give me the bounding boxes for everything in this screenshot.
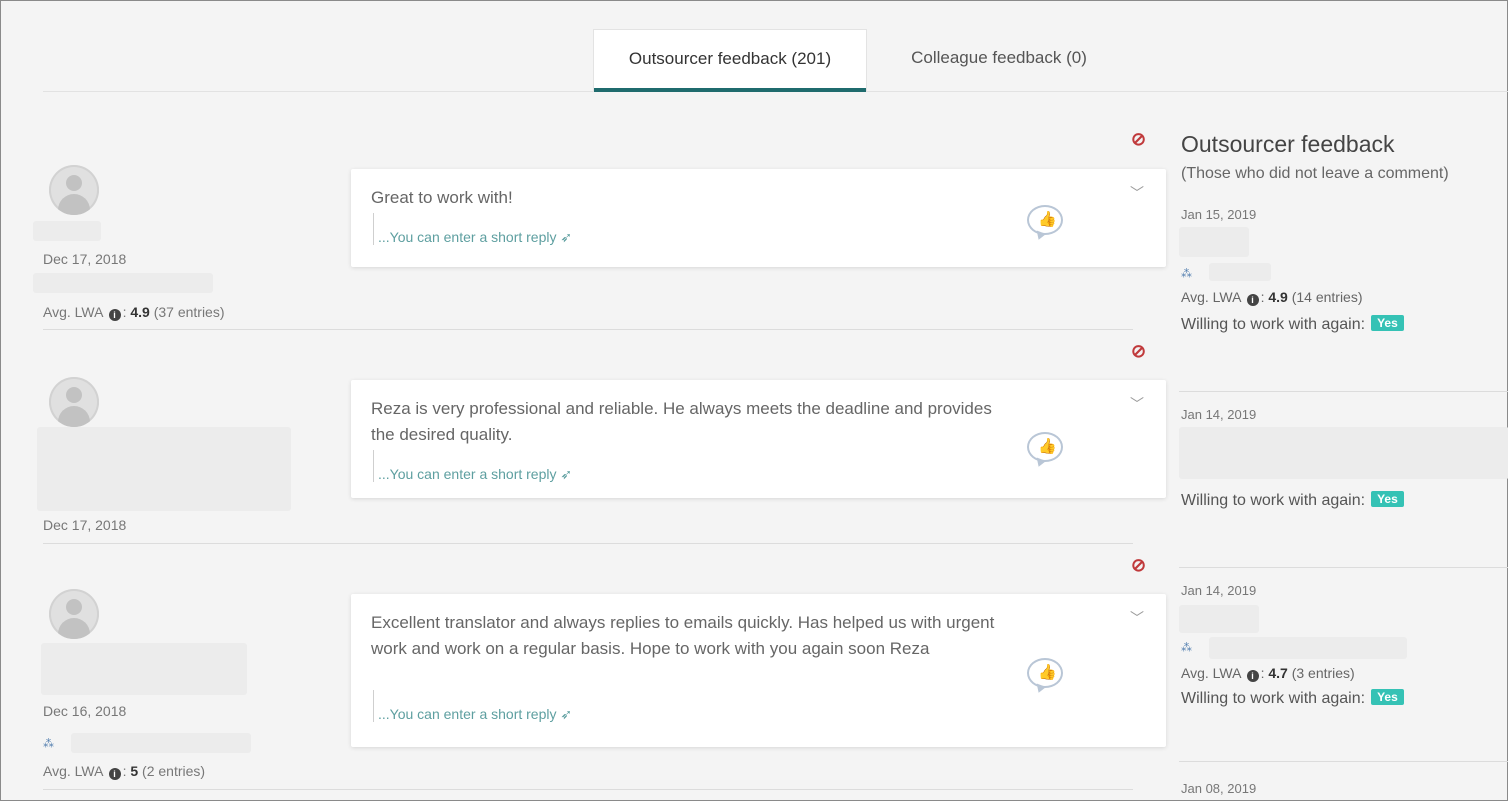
info-icon[interactable]: i xyxy=(108,768,121,780)
info-icon[interactable]: i xyxy=(108,309,121,321)
lwa-label: Avg. LWA xyxy=(43,304,103,320)
feedback-date: Dec 17, 2018 xyxy=(43,517,127,533)
reply-input[interactable]: ...You can enter a short reply ➶ xyxy=(373,450,572,482)
side-item-date: Jan 15, 2019 xyxy=(1181,207,1257,222)
feedback-comment: Great to work with! xyxy=(371,188,513,207)
thumbs-up-icon[interactable]: 👍 xyxy=(1027,658,1063,688)
redacted-name xyxy=(1179,227,1249,257)
eye-slash-icon[interactable]: ⊘ xyxy=(1131,555,1146,576)
willing-again: Willing to work with again: Yes xyxy=(1181,491,1404,510)
side-item-date: Jan 14, 2019 xyxy=(1181,407,1257,422)
row-divider xyxy=(43,329,1133,330)
row-divider xyxy=(43,543,1133,544)
side-divider xyxy=(1179,391,1508,392)
feedback-date: Dec 16, 2018 xyxy=(43,703,127,719)
feedback-comment: Reza is very professional and reliable. … xyxy=(371,399,992,444)
lwa-entries: (14 entries) xyxy=(1291,289,1363,305)
side-item-date: Jan 08, 2019 xyxy=(1181,781,1257,796)
redacted-company xyxy=(1209,637,1407,659)
reply-input[interactable]: ...You can enter a short reply ➶ xyxy=(373,690,572,722)
feedback-item: Dec 16, 2018 ⁂ Avg. LWA i: 5 (2 entries)… xyxy=(41,587,1166,787)
willing-label: Willing to work with again: xyxy=(1181,492,1366,509)
feedback-card: Excellent translator and always replies … xyxy=(351,594,1166,747)
feedback-card: Reza is very professional and reliable. … xyxy=(351,380,1166,498)
lwa-label: Avg. LWA xyxy=(1181,289,1241,305)
avatar xyxy=(49,377,99,427)
side-divider xyxy=(1179,567,1508,568)
redacted-name xyxy=(37,427,291,511)
tab-colleague-feedback[interactable]: Colleague feedback (0) xyxy=(879,29,1119,91)
willing-label: Willing to work with again: xyxy=(1181,690,1366,707)
chevron-down-icon[interactable]: ﹀ xyxy=(1130,183,1144,203)
redacted-name xyxy=(33,221,101,241)
group-icon: ⁂ xyxy=(1181,268,1192,280)
thumbs-up-icon[interactable]: 👍 xyxy=(1027,205,1063,235)
yes-badge: Yes xyxy=(1371,491,1404,507)
side-avg-lwa: Avg. LWA i: 4.9 (14 entries) xyxy=(1181,289,1363,306)
feedback-item: Dec 17, 2018 Reza is very professional a… xyxy=(37,373,1166,543)
redacted-name xyxy=(1179,427,1508,479)
thumbs-up-icon[interactable]: 👍 xyxy=(1027,432,1063,462)
avg-lwa: Avg. LWA i: 4.9 (37 entries) xyxy=(43,304,225,321)
feedback-item: Dec 17, 2018 Avg. LWA i: 4.9 (37 entries… xyxy=(33,161,1166,329)
chevron-down-icon[interactable]: ﹀ xyxy=(1130,394,1144,414)
side-divider xyxy=(1179,761,1508,762)
redacted-company xyxy=(1209,263,1271,281)
row-divider xyxy=(43,789,1133,790)
redacted-name xyxy=(41,643,247,695)
avg-lwa: Avg. LWA i: 5 (2 entries) xyxy=(43,763,206,780)
feedback-comment: Excellent translator and always replies … xyxy=(371,613,995,658)
willing-again: Willing to work with again: Yes xyxy=(1181,689,1404,708)
paper-plane-icon[interactable]: ➶ xyxy=(560,466,572,482)
avatar xyxy=(49,589,99,639)
info-icon[interactable]: i xyxy=(1246,294,1259,306)
redacted-name xyxy=(1179,605,1259,633)
lwa-value: 5 xyxy=(130,763,139,779)
eye-slash-icon[interactable]: ⊘ xyxy=(1131,129,1146,150)
group-icon: ⁂ xyxy=(1181,642,1192,654)
lwa-value: 4.7 xyxy=(1268,665,1288,681)
willing-again: Willing to work with again: Yes xyxy=(1181,315,1404,334)
feedback-tabs: Outsourcer feedback (201) Colleague feed… xyxy=(43,27,1508,92)
side-item-date: Jan 14, 2019 xyxy=(1181,583,1257,598)
paper-plane-icon[interactable]: ➶ xyxy=(560,229,572,245)
avatar xyxy=(49,165,99,215)
tab-outsourcer-feedback[interactable]: Outsourcer feedback (201) xyxy=(593,29,867,92)
lwa-entries: (2 entries) xyxy=(142,763,206,779)
feedback-date: Dec 17, 2018 xyxy=(43,251,127,267)
lwa-label: Avg. LWA xyxy=(43,763,103,779)
yes-badge: Yes xyxy=(1371,689,1404,705)
lwa-value: 4.9 xyxy=(1268,289,1288,305)
reply-placeholder: ...You can enter a short reply xyxy=(378,466,557,482)
side-subtitle: (Those who did not leave a comment) xyxy=(1181,165,1449,182)
reply-input[interactable]: ...You can enter a short reply ➶ xyxy=(373,213,572,245)
willing-label: Willing to work with again: xyxy=(1181,316,1366,333)
lwa-entries: (37 entries) xyxy=(153,304,225,320)
info-icon[interactable]: i xyxy=(1246,670,1259,682)
feedback-page: Outsourcer feedback (201) Colleague feed… xyxy=(0,0,1508,801)
redacted-company xyxy=(71,733,251,753)
lwa-value: 4.9 xyxy=(130,304,150,320)
side-avg-lwa: Avg. LWA i: 4.7 (3 entries) xyxy=(1181,665,1355,682)
eye-slash-icon[interactable]: ⊘ xyxy=(1131,341,1146,362)
reply-placeholder: ...You can enter a short reply xyxy=(378,229,557,245)
redacted-info xyxy=(33,273,213,293)
group-icon: ⁂ xyxy=(43,738,54,750)
chevron-down-icon[interactable]: ﹀ xyxy=(1130,608,1144,628)
feedback-card: Great to work with! ...You can enter a s… xyxy=(351,169,1166,267)
side-title: Outsourcer feedback xyxy=(1181,131,1395,157)
yes-badge: Yes xyxy=(1371,315,1404,331)
lwa-entries: (3 entries) xyxy=(1291,665,1355,681)
reply-placeholder: ...You can enter a short reply xyxy=(378,706,557,722)
lwa-label: Avg. LWA xyxy=(1181,665,1241,681)
paper-plane-icon[interactable]: ➶ xyxy=(560,706,572,722)
